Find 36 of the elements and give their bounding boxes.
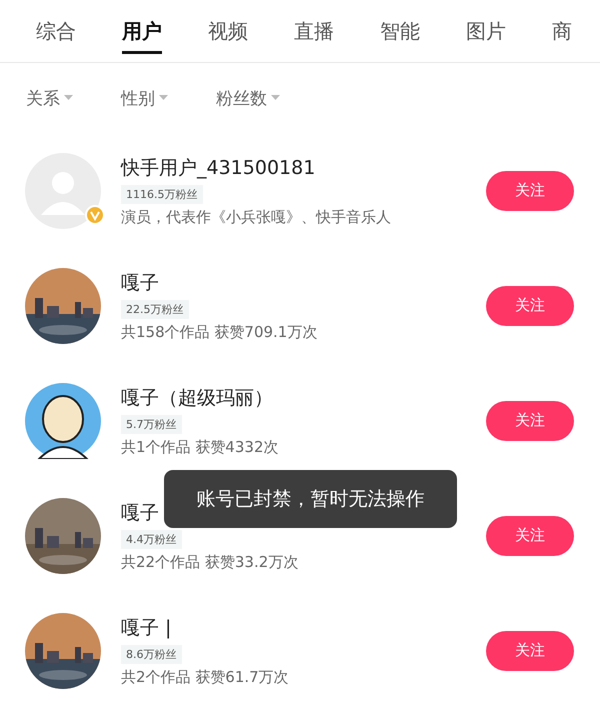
follow-button[interactable]: 关注	[486, 286, 574, 326]
user-name: 嘎子	[121, 270, 159, 296]
follow-button[interactable]: 关注	[486, 170, 574, 210]
user-description: 共158个作品 获赞709.1万次	[121, 322, 318, 342]
tab[interactable]: 智能	[380, 18, 420, 48]
tab[interactable]: 直播	[294, 18, 334, 48]
follow-button[interactable]: 关注	[486, 400, 574, 440]
user-name: 嘎子 |	[121, 616, 172, 640]
filter-dropdown[interactable]: 粉丝数	[216, 85, 280, 111]
user-description: 演员，代表作《小兵张嘎》、快手音乐人	[121, 208, 391, 226]
tab[interactable]: 视频	[208, 18, 248, 48]
tab[interactable]: 综合	[36, 18, 76, 48]
follower-count: 1116.5万粉丝	[121, 184, 202, 204]
follow-button[interactable]: 关注	[486, 630, 574, 670]
filter-dropdown[interactable]: 性别	[121, 85, 168, 111]
user-description: 共22个作品 获赞33.2万次	[121, 552, 298, 572]
avatar[interactable]	[25, 382, 101, 458]
follower-count: 4.4万粉丝	[121, 530, 182, 548]
caret-icon	[64, 95, 73, 101]
user-name: 快手用户_431500181	[121, 156, 316, 180]
tab[interactable]: 用户	[122, 18, 162, 54]
follower-count: 22.5万粉丝	[121, 300, 188, 318]
follower-count: 8.6万粉丝	[121, 644, 182, 664]
user-description: 共1个作品 获赞4332次	[121, 438, 278, 456]
filter-dropdown[interactable]: 关系	[26, 85, 73, 111]
follow-button[interactable]: 关注	[486, 516, 574, 556]
user-name: 嘎子（超级玛丽）	[121, 386, 273, 410]
verified-badge-icon	[85, 204, 105, 224]
tab[interactable]: 图片	[466, 18, 506, 48]
user-description: 共2个作品 获赞61.7万次	[121, 668, 289, 686]
toast-message: 账号已封禁，暂时无法操作	[164, 470, 457, 528]
follower-count: 5.7万粉丝	[121, 414, 182, 434]
user-name: 嘎子	[121, 500, 159, 526]
tab[interactable]: 商	[552, 18, 572, 48]
caret-icon	[271, 95, 280, 101]
caret-icon	[159, 95, 168, 101]
